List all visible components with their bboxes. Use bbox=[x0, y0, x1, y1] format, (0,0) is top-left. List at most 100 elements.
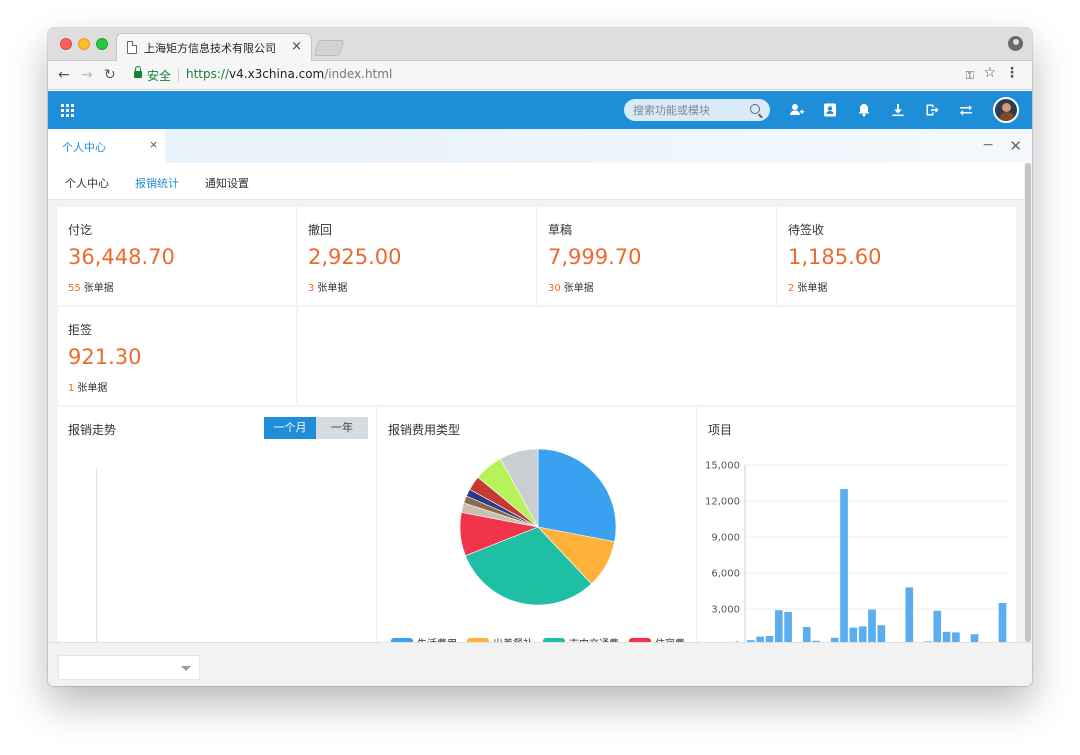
secure-label: 安全 bbox=[147, 69, 172, 83]
stat-count-unit: 张单据 bbox=[797, 283, 828, 294]
stat-card-draft[interactable]: 草稿 7,999.70 30 张单据 bbox=[538, 207, 776, 305]
range-toggle: 一个月 一年 bbox=[264, 417, 368, 439]
browser-tab[interactable]: 上海矩方信息技术有限公司 × bbox=[116, 33, 312, 61]
bell-icon[interactable] bbox=[856, 102, 872, 118]
sub-navigation: 个人中心 报销统计 通知设置 bbox=[48, 163, 1032, 200]
swap-icon[interactable] bbox=[958, 102, 974, 118]
empty-stat-area bbox=[298, 307, 1016, 405]
page-tab-bar: 个人中心 × − ✕ bbox=[48, 129, 1032, 163]
logout-icon[interactable] bbox=[924, 102, 940, 118]
bar[interactable] bbox=[905, 587, 914, 642]
bar[interactable] bbox=[774, 610, 783, 642]
stat-label: 付讫 bbox=[68, 223, 93, 237]
browser-window: 上海矩方信息技术有限公司 × ← → ↻ 安全 https://v4.x3chi… bbox=[48, 28, 1032, 686]
forward-arrow-icon[interactable]: → bbox=[81, 67, 93, 83]
bar[interactable] bbox=[802, 627, 811, 642]
app-header bbox=[48, 91, 1032, 129]
stat-count: 1 张单据 bbox=[68, 379, 107, 394]
stat-label: 草稿 bbox=[548, 223, 573, 237]
stat-value: 36,448.70 bbox=[68, 245, 175, 269]
vertical-scrollbar[interactable] bbox=[1024, 163, 1032, 642]
bookmark-star-icon[interactable]: ☆ bbox=[983, 65, 996, 81]
profile-icon[interactable] bbox=[1008, 36, 1023, 51]
url-host: v4.x3china.com bbox=[229, 67, 325, 81]
caret-down-icon bbox=[181, 666, 191, 671]
search-input[interactable] bbox=[633, 102, 743, 118]
browser-tab-title: 上海矩方信息技术有限公司 bbox=[144, 42, 276, 55]
back-arrow-icon[interactable]: ← bbox=[58, 67, 70, 83]
y-tick-label: 15,000 bbox=[705, 461, 740, 472]
stat-count-number: 55 bbox=[68, 283, 81, 294]
close-tab-icon[interactable]: × bbox=[291, 39, 302, 54]
stat-label: 撤回 bbox=[308, 223, 333, 237]
bar[interactable] bbox=[933, 610, 942, 642]
avatar[interactable] bbox=[993, 97, 1019, 123]
minimize-panel-icon[interactable]: − bbox=[982, 137, 994, 153]
stat-count-number: 2 bbox=[788, 283, 795, 294]
page-tab-personal-center[interactable]: 个人中心 × bbox=[48, 129, 165, 163]
bar[interactable] bbox=[998, 603, 1007, 642]
stat-label: 待签收 bbox=[788, 223, 825, 237]
bar[interactable] bbox=[942, 631, 951, 642]
expense-type-panel: 报销费用类型 生活费用出差餐补市内交通费住宿费 bbox=[378, 407, 696, 642]
range-one-year-button[interactable]: 一年 bbox=[316, 417, 368, 439]
bar[interactable] bbox=[868, 609, 876, 642]
stat-value: 7,999.70 bbox=[548, 245, 642, 269]
bar[interactable] bbox=[858, 626, 867, 642]
add-user-icon[interactable] bbox=[789, 102, 805, 118]
stat-card-withdrawn[interactable]: 撤回 2,925.00 3 张单据 bbox=[298, 207, 536, 305]
stat-count-unit: 张单据 bbox=[77, 383, 108, 394]
bar[interactable] bbox=[952, 632, 960, 642]
browser-titlebar: 上海矩方信息技术有限公司 × bbox=[48, 28, 1032, 61]
stat-value: 1,185.60 bbox=[788, 245, 882, 269]
address-bar[interactable]: 安全 https://v4.x3china.com/index.html bbox=[130, 64, 992, 86]
scrollbar-thumb[interactable] bbox=[1025, 163, 1031, 642]
bar[interactable] bbox=[784, 612, 792, 642]
subnav-expense-statistics[interactable]: 报销统计 bbox=[135, 175, 179, 191]
close-page-tab-icon[interactable]: × bbox=[149, 138, 158, 151]
stat-card-rejected[interactable]: 拒签 921.30 1 张单据 bbox=[58, 307, 296, 405]
bar[interactable] bbox=[970, 634, 979, 642]
browser-menu-icon[interactable]: ⋮ bbox=[1005, 65, 1019, 81]
y-tick-label: 3,000 bbox=[711, 605, 740, 616]
key-icon[interactable]: ⚿ bbox=[966, 69, 974, 83]
project-panel: 项目 03,0006,0009,00012,00015,000 bbox=[698, 407, 1016, 642]
lock-icon bbox=[134, 66, 142, 78]
subnav-personal-center[interactable]: 个人中心 bbox=[65, 175, 109, 191]
range-one-month-button[interactable]: 一个月 bbox=[264, 417, 316, 439]
contact-card-icon[interactable] bbox=[822, 102, 838, 118]
stat-count-unit: 张单据 bbox=[563, 283, 594, 294]
browser-toolbar: ← → ↻ 安全 https://v4.x3china.com/index.ht… bbox=[48, 61, 1032, 90]
new-tab-button[interactable] bbox=[313, 40, 345, 56]
stat-card-pending[interactable]: 待签收 1,185.60 2 张单据 bbox=[778, 207, 1016, 305]
stat-value: 2,925.00 bbox=[308, 245, 402, 269]
pie-slice[interactable] bbox=[537, 448, 617, 542]
stat-count: 2 张单据 bbox=[788, 279, 827, 294]
bar[interactable] bbox=[840, 489, 848, 642]
stat-count-number: 1 bbox=[68, 383, 75, 394]
close-window-button[interactable] bbox=[60, 38, 72, 50]
statistics-content: 付讫 36,448.70 55 张单据 撤回 2,925.00 3 张单据 草稿 7… bbox=[48, 200, 1024, 642]
bar[interactable] bbox=[849, 627, 858, 642]
app-grid-icon[interactable] bbox=[61, 104, 74, 117]
url-path: /index.html bbox=[324, 67, 393, 81]
currency-select[interactable] bbox=[58, 655, 200, 680]
search-icon[interactable] bbox=[750, 104, 760, 114]
footer-bar bbox=[48, 642, 1032, 686]
y-tick-label: 9,000 bbox=[711, 533, 740, 544]
stat-count-number: 30 bbox=[548, 283, 561, 294]
minimize-window-button[interactable] bbox=[78, 38, 90, 50]
bar[interactable] bbox=[877, 625, 886, 642]
project-bar-chart: 03,0006,0009,00012,00015,000 bbox=[705, 461, 1010, 642]
download-icon[interactable] bbox=[890, 102, 906, 118]
stat-count: 30 张单据 bbox=[548, 279, 594, 294]
y-tick-label: 12,000 bbox=[705, 497, 740, 508]
zoom-window-button[interactable] bbox=[96, 38, 108, 50]
subnav-notification-settings[interactable]: 通知设置 bbox=[205, 175, 249, 191]
stat-card-paid[interactable]: 付讫 36,448.70 55 张单据 bbox=[58, 207, 296, 305]
close-panel-icon[interactable]: ✕ bbox=[1009, 137, 1022, 155]
search-box bbox=[624, 99, 770, 121]
address-separator bbox=[178, 68, 179, 82]
stat-count-number: 3 bbox=[308, 283, 315, 294]
reload-icon[interactable]: ↻ bbox=[104, 67, 116, 83]
